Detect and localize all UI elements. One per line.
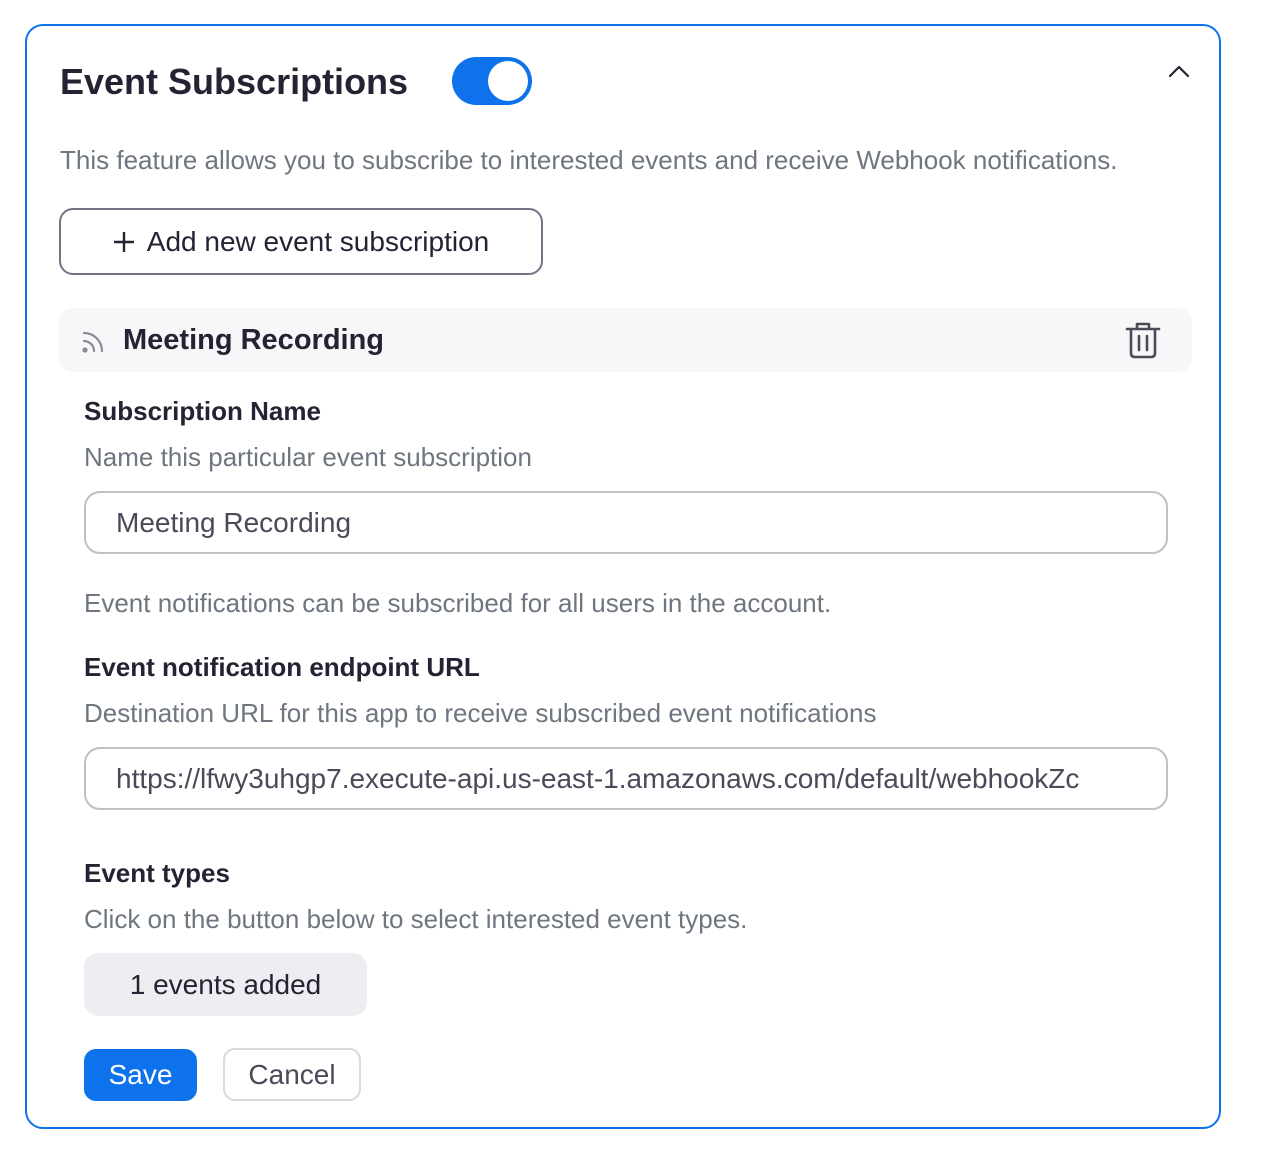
subscription-name-label: Subscription Name [84,396,321,426]
event-types-label: Event types [84,858,230,888]
trash-icon[interactable] [1123,320,1163,360]
section-title: Event Subscriptions [60,61,409,102]
add-event-subscription-button[interactable]: Add new event subscription [59,208,543,275]
subscription-name-input[interactable] [84,491,1168,554]
save-button[interactable]: Save [84,1049,197,1101]
endpoint-url-input[interactable] [84,747,1168,810]
chevron-up-icon[interactable] [1164,57,1194,87]
event-types-help: Click on the button below to select inte… [84,904,748,934]
endpoint-url-help: Destination URL for this app to receive … [84,698,877,728]
plus-icon [113,226,135,258]
events-added-button[interactable]: 1 events added [84,953,367,1016]
toggle-knob [488,61,528,101]
scope-note: Event notifications can be subscribed fo… [84,588,832,618]
section-description: This feature allows you to subscribe to … [60,145,1118,175]
event-subscriptions-card: Event Subscriptions This feature allows … [25,24,1221,1129]
rss-icon [81,328,107,354]
subscription-header: Meeting Recording [59,308,1192,372]
add-button-label: Add new event subscription [146,225,490,257]
endpoint-url-label: Event notification endpoint URL [84,652,480,682]
event-subscriptions-toggle[interactable] [452,57,532,105]
subscription-name-help: Name this particular event subscription [84,442,532,472]
cancel-button[interactable]: Cancel [223,1048,361,1101]
subscription-header-title: Meeting Recording [123,324,385,356]
